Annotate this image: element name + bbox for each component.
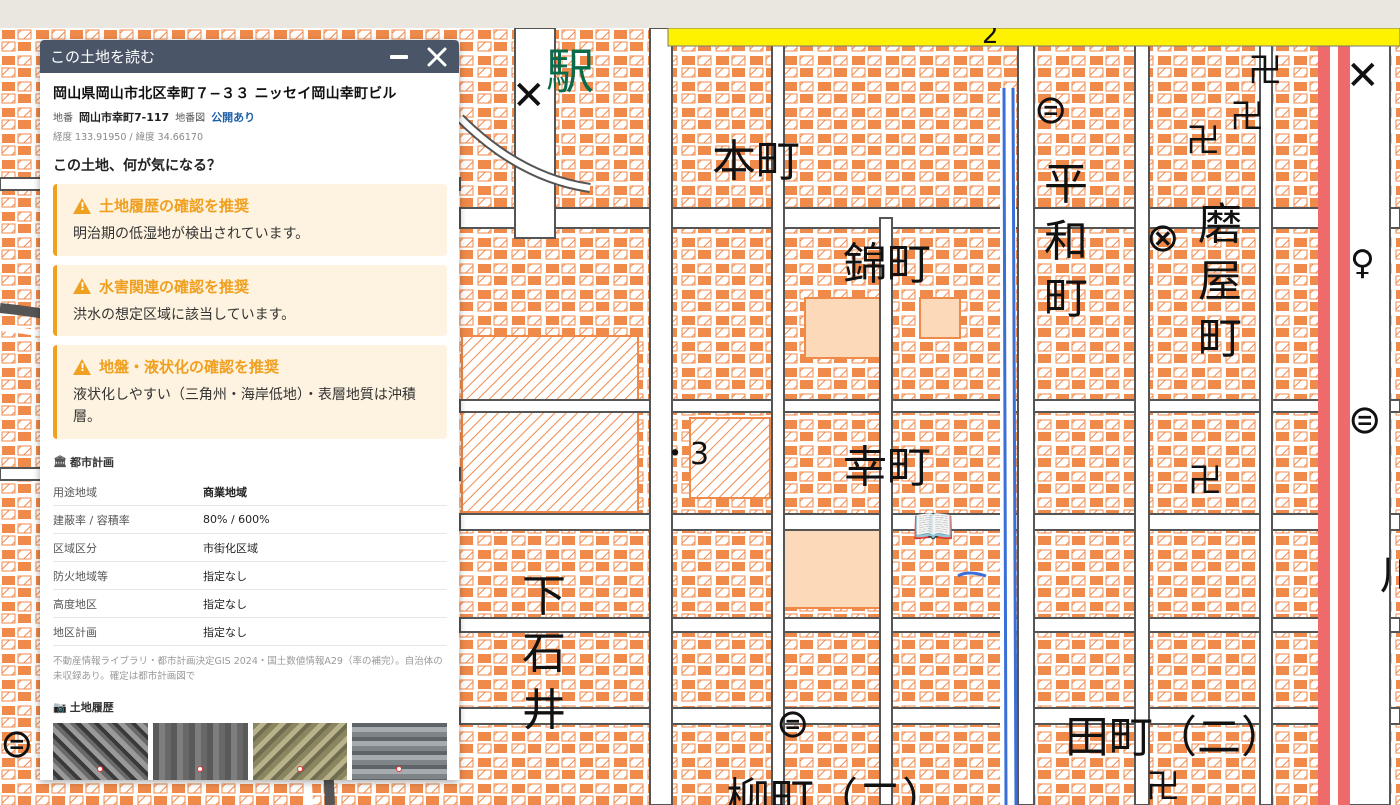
chibanzu-link[interactable]: 公開あり [211, 109, 255, 125]
row-key: 建蔽率 / 容積率 [53, 505, 203, 534]
close-button[interactable] [425, 45, 449, 69]
police-box-icon: ✕ [1346, 53, 1380, 99]
row-value: 指定なし [203, 589, 447, 618]
map-label-togiya: 磨屋町 [1198, 199, 1242, 365]
city-plan-title: 都市計画 [69, 455, 114, 469]
location-marker-icon [396, 766, 403, 773]
minimize-button[interactable] [387, 45, 411, 69]
row-key: 地区計画 [53, 617, 203, 646]
map-label-saiwai: 幸町 [843, 442, 931, 493]
aerial-photo-thumbnail[interactable] [152, 723, 248, 780]
shrine-key-icon: ♀ [1350, 243, 1375, 283]
camera-icon: 📷 [53, 700, 67, 714]
warning-icon: ! [73, 197, 91, 214]
city-plan-table: 用途地域 商業地域 建蔽率 / 容積率 80% / 600% 区域区分 市街化区… [53, 477, 447, 646]
panel-body: 岡山県岡山市北区幸町７−３３ ニッセイ岡山幸町ビル 地番 岡山市幸町7-117 … [40, 73, 459, 780]
post-office-icon: ⊗ [1146, 215, 1180, 261]
minimize-icon [390, 54, 408, 59]
city-plan-heading: 🏛 都市計画 [53, 454, 447, 470]
location-marker-icon [196, 766, 203, 773]
land-info-panel: この土地を読む 岡山県岡山市北区幸町７−３３ ニッセイ岡山幸町ビル 地番 岡山市… [40, 40, 459, 780]
top-strip [0, 0, 1400, 28]
warning-icon: ! [73, 358, 91, 375]
location-marker-icon [296, 766, 303, 773]
map-label-tamachi: 田町（二） [1065, 712, 1285, 763]
temple-icon: 卍 [1146, 767, 1180, 805]
panel-title: この土地を読む [50, 48, 156, 66]
close-icon [427, 47, 447, 66]
row-key: 区域区分 [53, 533, 203, 562]
coordinates: 経度 133.91950 / 緯度 34.66170 [53, 132, 203, 143]
concern-question: この土地、何が気になる？ [53, 158, 221, 174]
map-label-yanagimachi: 柳町（二） [726, 774, 946, 805]
aerial-photo-strip [53, 723, 447, 780]
row-value: 指定なし [203, 617, 447, 646]
map-label-nishikimachi: 錦町 [843, 239, 931, 290]
row-key: 防火地域等 [53, 561, 203, 590]
alert-flood[interactable]: ! 水害関連の確認を推奨 洪水の想定区域に該当しています。 [53, 264, 447, 337]
alert-text: 明治期の低湿地が検出されています。 [73, 226, 310, 242]
map-label-block-number: ・3 [660, 437, 710, 472]
chibanzu-label: 地番図 [175, 113, 206, 124]
alert-text: 液状化しやすい（三角州・海岸低地）・表層地質は沖積層。 [73, 387, 416, 426]
panel-controls [387, 45, 449, 69]
map-label-shimoishii: 下石井 [522, 571, 566, 737]
map-label-top-number: 2 [982, 28, 999, 50]
row-key: 高度地区 [53, 589, 203, 618]
table-row: 高度地区 指定なし [53, 589, 447, 618]
alert-title: 水害関連の確認を推奨 [99, 277, 250, 296]
table-row: 建蔽率 / 容積率 80% / 600% [53, 505, 447, 534]
data-source-note: 不動産情報ライブラリ・都市計画決定GIS 2024・国土数値情報A29（率の補完… [53, 655, 443, 682]
table-row: 防火地域等 指定なし [53, 561, 447, 590]
alert-land-history[interactable]: ! 土地履歴の確認を推奨 明治期の低湿地が検出されています。 [53, 184, 447, 256]
alert-title: 土地履歴の確認を推奨 [99, 197, 250, 215]
aerial-photo-thumbnail[interactable] [252, 723, 348, 780]
address: 岡山県岡山市北区幸町７−３３ ニッセイ岡山幸町ビル [53, 86, 397, 102]
bank-icon: ⊜ [0, 721, 34, 767]
bank-icon: ⊜ [1034, 87, 1068, 133]
map-label-river: 川 [1380, 556, 1400, 596]
chiban-value: 岡山市幸町7-117 [79, 111, 170, 124]
alert-title: 地盤・液状化の確認を推奨 [99, 358, 280, 377]
bank-icon: ⊜ [776, 701, 810, 747]
table-row: 用途地域 商業地域 [53, 477, 447, 506]
land-history-title: 土地履歴 [69, 701, 114, 715]
parcel-meta: 地番 岡山市幸町7-117 地番図 公開あり [53, 109, 447, 125]
row-key: 用途地域 [53, 477, 203, 506]
map-label-heiwa: 平和町 [1044, 159, 1088, 325]
aerial-photo-thumbnail[interactable] [352, 723, 447, 780]
temple-icon: 卍 [1248, 51, 1282, 91]
table-row: 区域区分 市街化区域 [53, 533, 447, 562]
chiban-label: 地番 [53, 113, 73, 124]
alert-liquefaction[interactable]: ! 地盤・液状化の確認を推奨 液状化しやすい（三角州・海岸低地）・表層地質は沖積… [53, 345, 447, 439]
location-marker-icon [97, 766, 103, 773]
row-value: 市街化区域 [203, 533, 447, 562]
bank-icon: ⊜ [1348, 397, 1382, 443]
alert-text: 洪水の想定区域に該当しています。 [73, 306, 296, 323]
row-value: 商業地域 [203, 477, 447, 506]
temple-icon: 卍 [1186, 121, 1220, 161]
map-label-honmachi: 本町 [712, 136, 800, 187]
map-label-station: 駅 [546, 44, 595, 100]
aerial-photo-thumbnail[interactable] [53, 723, 148, 780]
panel-header[interactable]: この土地を読む [40, 40, 459, 73]
police-box-icon: ✕ [512, 73, 546, 119]
temple-icon: 卍 [1230, 97, 1264, 137]
row-value: 指定なし [203, 561, 447, 590]
row-value: 80% / 600% [203, 505, 447, 534]
warning-icon: ! [73, 278, 91, 295]
table-row: 地区計画 指定なし [53, 617, 447, 646]
library-icon: 📖 [912, 507, 955, 547]
land-history-heading: 📷 土地履歴 [53, 699, 447, 715]
building-columns-icon: 🏛 [53, 455, 67, 469]
temple-icon: 卍 [1188, 461, 1222, 501]
